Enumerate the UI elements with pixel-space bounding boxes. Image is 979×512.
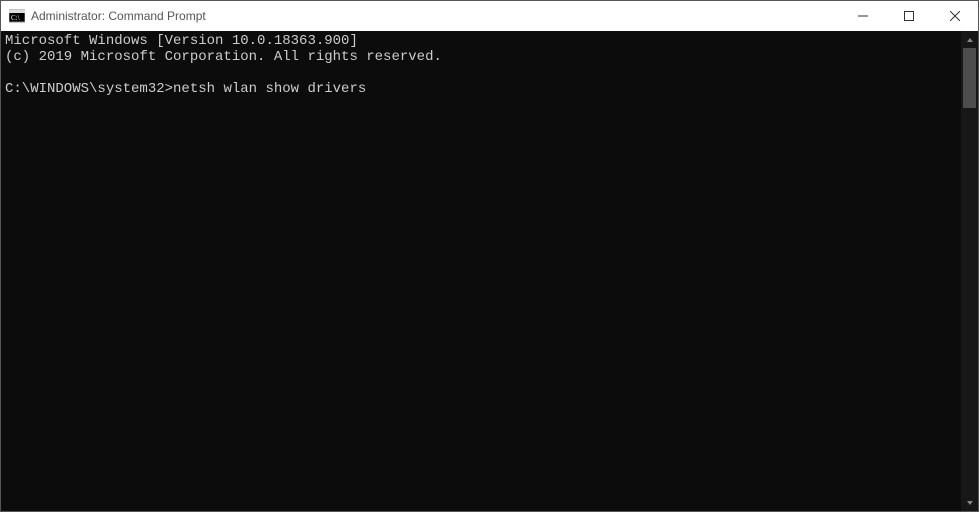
output-line: (c) 2019 Microsoft Corporation. All righ… (5, 49, 442, 65)
minimize-button[interactable] (840, 1, 886, 31)
scroll-down-arrow[interactable] (961, 494, 978, 511)
terminal-area: Microsoft Windows [Version 10.0.18363.90… (1, 31, 978, 511)
scroll-thumb[interactable] (963, 48, 976, 108)
cmd-icon: C:\ (9, 8, 25, 24)
close-button[interactable] (932, 1, 978, 31)
window-titlebar[interactable]: C:\ Administrator: Command Prompt (1, 1, 978, 31)
window-title: Administrator: Command Prompt (31, 9, 206, 23)
svg-text:C:\: C:\ (11, 14, 20, 22)
prompt-path: C:\WINDOWS\system32> (5, 81, 173, 97)
command-input[interactable]: netsh wlan show drivers (173, 81, 366, 97)
window-controls (840, 1, 978, 31)
prompt-line: C:\WINDOWS\system32>netsh wlan show driv… (5, 81, 366, 97)
terminal-output[interactable]: Microsoft Windows [Version 10.0.18363.90… (1, 31, 961, 511)
scroll-up-arrow[interactable] (961, 31, 978, 48)
scroll-track[interactable] (961, 48, 978, 494)
maximize-button[interactable] (886, 1, 932, 31)
output-line: Microsoft Windows [Version 10.0.18363.90… (5, 33, 358, 49)
vertical-scrollbar[interactable] (961, 31, 978, 511)
